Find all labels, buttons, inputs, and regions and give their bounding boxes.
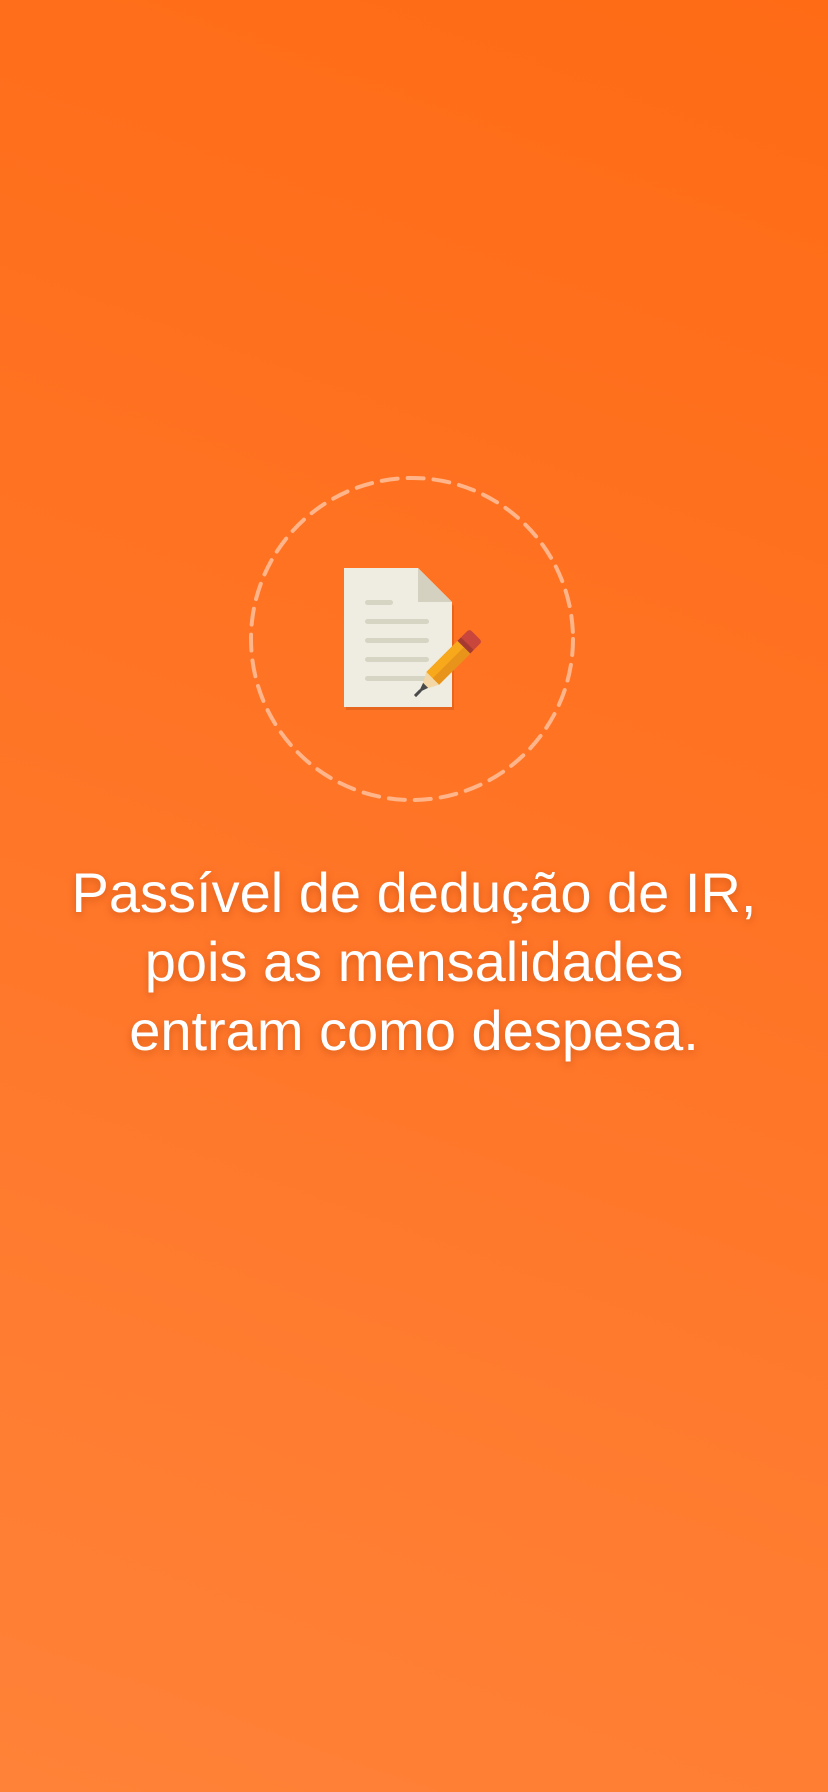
paper-fold: [418, 568, 452, 602]
paper-line: [365, 676, 429, 681]
paper-line: [365, 600, 393, 605]
benefit-message: Passível de dedução de IR, pois as mensa…: [71, 861, 757, 1062]
onboarding-screen: Passível de dedução de IR, pois as mensa…: [0, 0, 828, 1792]
illustration: [248, 475, 576, 803]
document-with-pencil-icon: [249, 476, 575, 802]
paper-line: [365, 657, 429, 662]
paper-line: [365, 638, 429, 643]
paper-line: [365, 619, 429, 624]
